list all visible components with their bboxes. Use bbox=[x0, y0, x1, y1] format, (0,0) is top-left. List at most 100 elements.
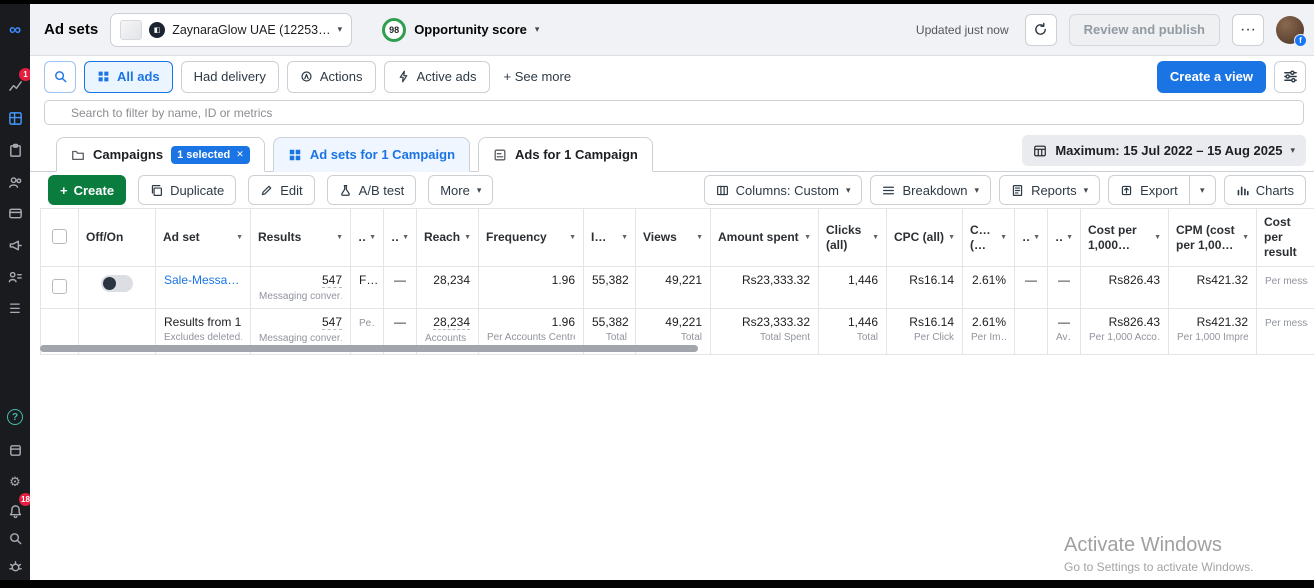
adset-toggle[interactable] bbox=[101, 275, 133, 292]
col-results[interactable]: Results▼ bbox=[251, 209, 351, 267]
chevron-down-icon: ▾ bbox=[1290, 145, 1295, 156]
ads-manager-screen: ∞ 1 ☰ ? ⚙ 18 bbox=[0, 0, 1314, 588]
review-and-publish-button[interactable]: Review and publish bbox=[1069, 14, 1220, 46]
selected-count-badge[interactable]: 1 selected ✕ bbox=[171, 146, 250, 164]
export-dropdown-button[interactable]: ▾ bbox=[1190, 175, 1216, 205]
col-clicks[interactable]: Clicks (all)▼ bbox=[819, 209, 887, 267]
account-selector[interactable]: ◧ ZaynaraGlow UAE (122534… ▾ bbox=[110, 13, 352, 47]
row-checkbox[interactable] bbox=[52, 279, 67, 294]
sort-icon: ▼ bbox=[696, 234, 703, 241]
sort-icon: ▼ bbox=[569, 234, 576, 241]
business-apps-icon[interactable] bbox=[0, 435, 30, 465]
col-ctr[interactable]: C… (…▼ bbox=[963, 209, 1015, 267]
col-cost-per-result[interactable]: Cost per result bbox=[1257, 209, 1314, 267]
filter-chip-actions[interactable]: Actions bbox=[287, 61, 376, 93]
col-ad-set[interactable]: Ad set▼ bbox=[156, 209, 251, 267]
cell-trunc-3: — bbox=[1015, 267, 1048, 309]
col-truncated-1[interactable]: …▼ bbox=[351, 209, 384, 267]
reports-button[interactable]: Reports ▾ bbox=[999, 175, 1100, 205]
cell-trunc-4: —Av… bbox=[1048, 309, 1081, 355]
cell-ctr: 2.61%Per Im… bbox=[963, 309, 1015, 355]
col-truncated-3[interactable]: …▼ bbox=[1015, 209, 1048, 267]
edit-button[interactable]: Edit bbox=[248, 175, 314, 205]
cell-cpc: Rs16.14Per Click bbox=[887, 309, 963, 355]
adset-row: Sale-Message… 547Messaging conver… F… — … bbox=[41, 267, 1314, 309]
audiences-icon[interactable] bbox=[0, 167, 30, 197]
sort-icon: ▼ bbox=[1154, 234, 1161, 241]
create-view-button[interactable]: Create a view bbox=[1157, 61, 1266, 93]
cell-cpm: Rs421.32Per 1,000 Impre… bbox=[1169, 309, 1257, 355]
sort-icon: ▼ bbox=[402, 234, 409, 241]
charts-button[interactable]: Charts bbox=[1224, 175, 1306, 205]
more-button[interactable]: More ▾ bbox=[428, 175, 493, 205]
notifications-bell-icon[interactable]: 18 bbox=[0, 496, 30, 526]
account-overview-icon[interactable]: 1 bbox=[0, 71, 30, 101]
export-button[interactable]: Export bbox=[1108, 175, 1190, 205]
more-options-button[interactable]: ··· bbox=[1232, 14, 1264, 46]
see-more-filters[interactable]: + See more bbox=[504, 69, 572, 84]
billing-icon[interactable] bbox=[0, 198, 30, 228]
help-icon[interactable]: ? bbox=[0, 402, 30, 432]
duplicate-button[interactable]: Duplicate bbox=[138, 175, 236, 205]
col-cpm[interactable]: CPM (cost per 1,00…▼ bbox=[1169, 209, 1257, 267]
report-bug-icon[interactable] bbox=[0, 551, 30, 581]
tab-campaigns[interactable]: Campaigns 1 selected ✕ bbox=[56, 137, 265, 172]
cell-cost-per-1000: Rs826.43 bbox=[1081, 267, 1169, 309]
filter-chip-had-delivery[interactable]: Had delivery bbox=[181, 61, 279, 93]
sort-icon: ▼ bbox=[1033, 234, 1040, 241]
col-impressions[interactable]: I…▼ bbox=[584, 209, 636, 267]
sort-icon: ▼ bbox=[236, 234, 243, 241]
chevron-down-icon: ▾ bbox=[975, 185, 980, 196]
cell-ad-set: Sale-Message… bbox=[156, 267, 251, 309]
ellipsis-icon: ··· bbox=[1240, 21, 1256, 39]
refresh-button[interactable] bbox=[1025, 14, 1057, 46]
sort-icon: ▼ bbox=[872, 234, 879, 241]
all-tools-icon[interactable]: ☰ bbox=[0, 294, 30, 324]
business-users-icon[interactable] bbox=[0, 262, 30, 292]
clear-selection-icon[interactable]: ✕ bbox=[236, 149, 244, 160]
promotions-icon[interactable] bbox=[0, 230, 30, 260]
select-all-checkbox[interactable] bbox=[52, 229, 67, 244]
col-frequency[interactable]: Frequency▼ bbox=[479, 209, 584, 267]
ab-test-button[interactable]: A/B test bbox=[327, 175, 417, 205]
meta-logo[interactable]: ∞ bbox=[0, 15, 30, 45]
filter-chip-all-ads[interactable]: All ads bbox=[84, 61, 173, 93]
updated-status: Updated just now bbox=[916, 23, 1009, 37]
filter-chip-active-ads[interactable]: Active ads bbox=[384, 61, 490, 93]
table-header-row: Off/On Ad set▼ Results▼ …▼ …▼ Reach▼ Fre… bbox=[41, 209, 1314, 267]
create-button[interactable]: + Create bbox=[48, 175, 126, 205]
col-cpc[interactable]: CPC (all)▼ bbox=[887, 209, 963, 267]
col-cost-per-1000[interactable]: Cost per 1,000…▼ bbox=[1081, 209, 1169, 267]
facebook-badge-icon: f bbox=[1294, 34, 1307, 47]
search-filter-button[interactable] bbox=[44, 61, 76, 93]
date-range-selector[interactable]: Maximum: 15 Jul 2022 – 15 Aug 2025 ▾ bbox=[1022, 135, 1306, 166]
breakdown-button[interactable]: Breakdown ▾ bbox=[870, 175, 991, 205]
tab-ads[interactable]: Ads for 1 Campaign bbox=[478, 137, 653, 172]
cell-trunc-4: — bbox=[1048, 267, 1081, 309]
account-name: ZaynaraGlow UAE (122534… bbox=[172, 23, 330, 37]
opportunity-score-dropdown[interactable]: 98 Opportunity score ▾ bbox=[382, 18, 539, 42]
ads-reporting-icon[interactable] bbox=[0, 135, 30, 165]
sort-icon: ▼ bbox=[1066, 234, 1073, 241]
col-amount-spent[interactable]: Amount spent▼ bbox=[711, 209, 819, 267]
adset-name-link[interactable]: Sale-Message… bbox=[164, 273, 242, 287]
cell-trunc-3 bbox=[1015, 309, 1048, 355]
search-input[interactable] bbox=[44, 100, 1304, 125]
col-views[interactable]: Views▼ bbox=[636, 209, 711, 267]
plus-icon: + bbox=[60, 183, 68, 198]
filter-bar: All ads Had delivery Actions Active ads … bbox=[30, 56, 1314, 97]
user-avatar[interactable]: f bbox=[1276, 16, 1304, 44]
chevron-down-icon: ▾ bbox=[1200, 185, 1205, 196]
campaigns-nav-icon[interactable] bbox=[0, 103, 30, 133]
chevron-down-icon: ▾ bbox=[1084, 185, 1089, 196]
columns-button[interactable]: Columns: Custom ▾ bbox=[704, 175, 863, 205]
col-truncated-4[interactable]: …▼ bbox=[1048, 209, 1081, 267]
col-truncated-2[interactable]: …▼ bbox=[384, 209, 417, 267]
horizontal-scrollbar-thumb[interactable] bbox=[40, 345, 698, 352]
col-reach[interactable]: Reach▼ bbox=[417, 209, 479, 267]
cell-ctr: 2.61% bbox=[963, 267, 1015, 309]
tab-ad-sets[interactable]: Ad sets for 1 Campaign bbox=[273, 137, 470, 172]
chevron-down-icon: ▾ bbox=[535, 24, 540, 35]
filter-settings-button[interactable] bbox=[1274, 61, 1306, 93]
search-nav-icon[interactable] bbox=[0, 523, 30, 553]
